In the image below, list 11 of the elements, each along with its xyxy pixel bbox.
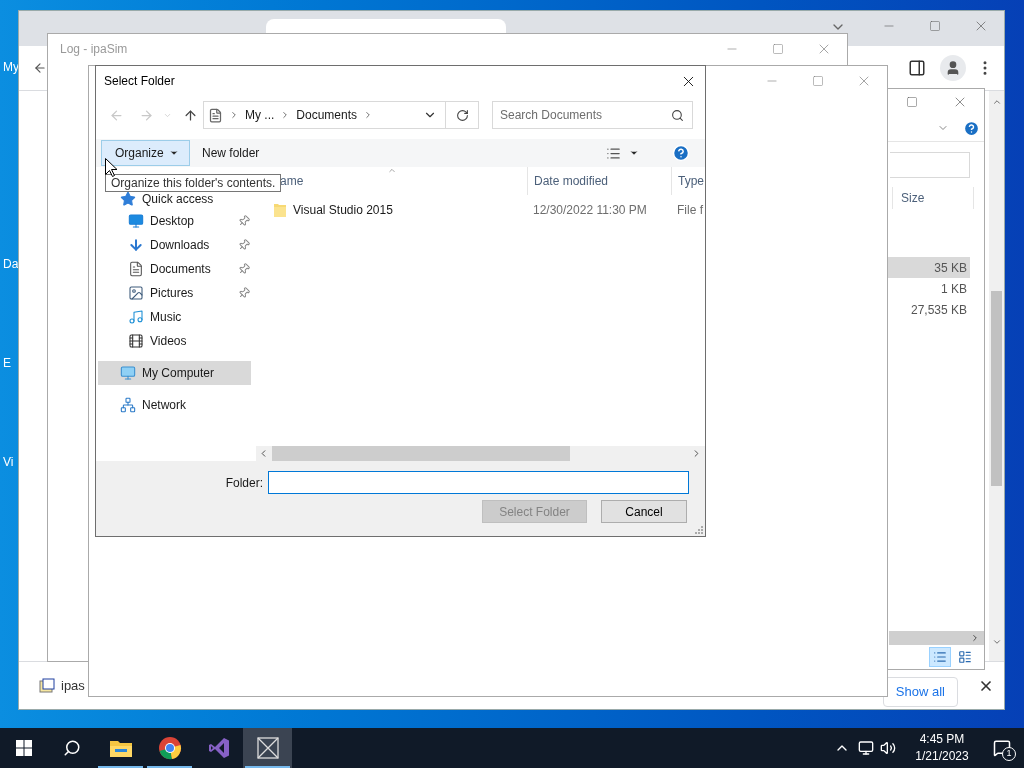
tooltip: Organize this folder's contents. — [105, 174, 282, 192]
file-date: 12/30/2022 11:30 PM — [532, 202, 648, 219]
desktop-icon-label: Vi — [3, 454, 14, 471]
desktop-icon-label: Da — [3, 256, 19, 273]
notification-count: 1 — [1002, 747, 1016, 761]
dialog-title: Select Folder — [104, 73, 175, 90]
file-type: File f — [676, 202, 703, 219]
folder-label: Folder: — [224, 474, 263, 492]
desktop-icon-label: My — [3, 59, 19, 76]
window-title: Log - ipaSim — [60, 41, 128, 58]
desktop-icon-label: E — [3, 355, 11, 372]
